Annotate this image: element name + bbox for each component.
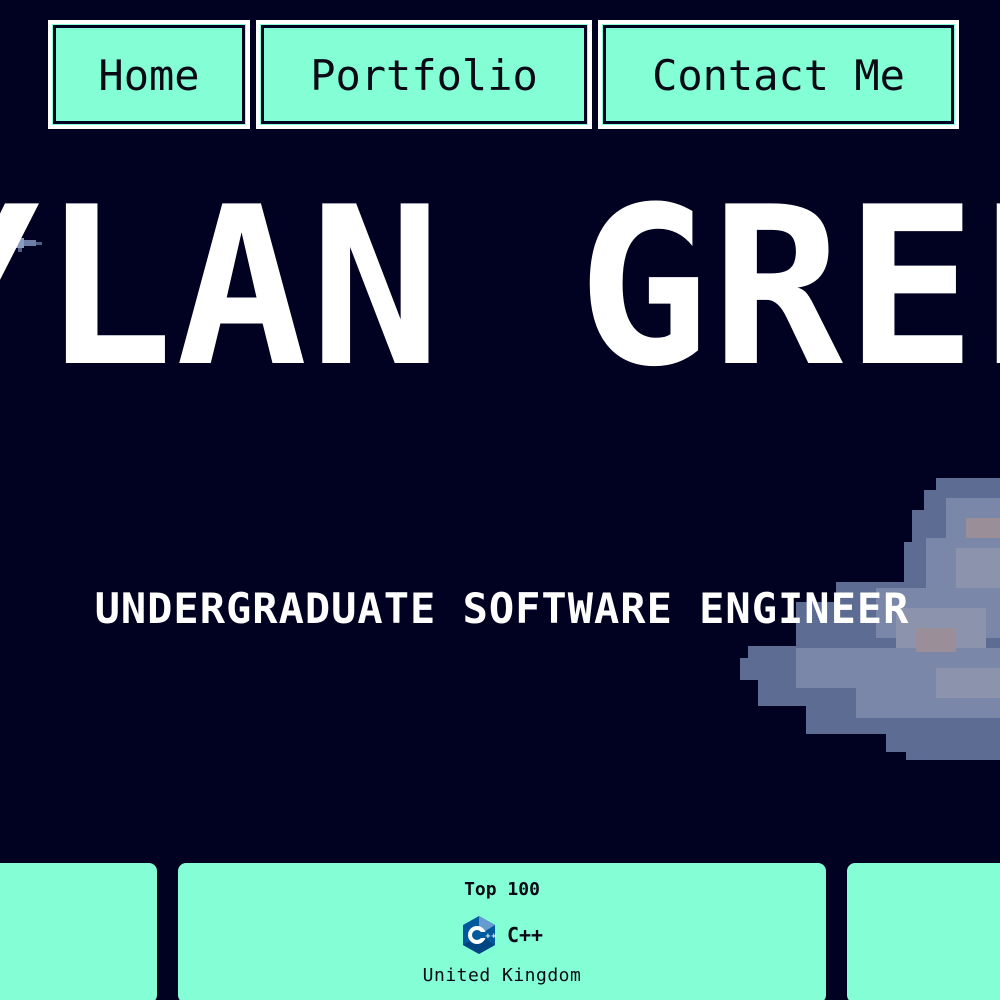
page: Home Portfolio Contact Me YLAN GREE: [0, 0, 1000, 1000]
nav-home-button[interactable]: Home: [48, 20, 250, 129]
main-nav: Home Portfolio Contact Me: [48, 20, 959, 129]
cpp-logo-icon: ++: [462, 916, 497, 954]
nav-portfolio-button[interactable]: Portfolio: [256, 20, 592, 129]
hero-subtitle: UNDERGRADUATE SOFTWARE ENGINEER: [94, 584, 910, 633]
card-language-label: C++: [506, 923, 544, 947]
stat-card-middle[interactable]: Top 100 ++ C++ United Kingdom: [178, 863, 826, 1000]
svg-text:++: ++: [485, 932, 497, 940]
card-language-row: ++ C++: [178, 915, 826, 955]
card-country-label: United Kingdom: [422, 965, 582, 986]
stat-card-left[interactable]: [0, 863, 157, 1000]
nav-contact-button[interactable]: Contact Me: [598, 20, 959, 129]
card-rank-label: Top 100: [464, 879, 540, 900]
hero-name: YLAN GREE: [0, 160, 1000, 415]
stat-card-right[interactable]: [847, 863, 1000, 1000]
